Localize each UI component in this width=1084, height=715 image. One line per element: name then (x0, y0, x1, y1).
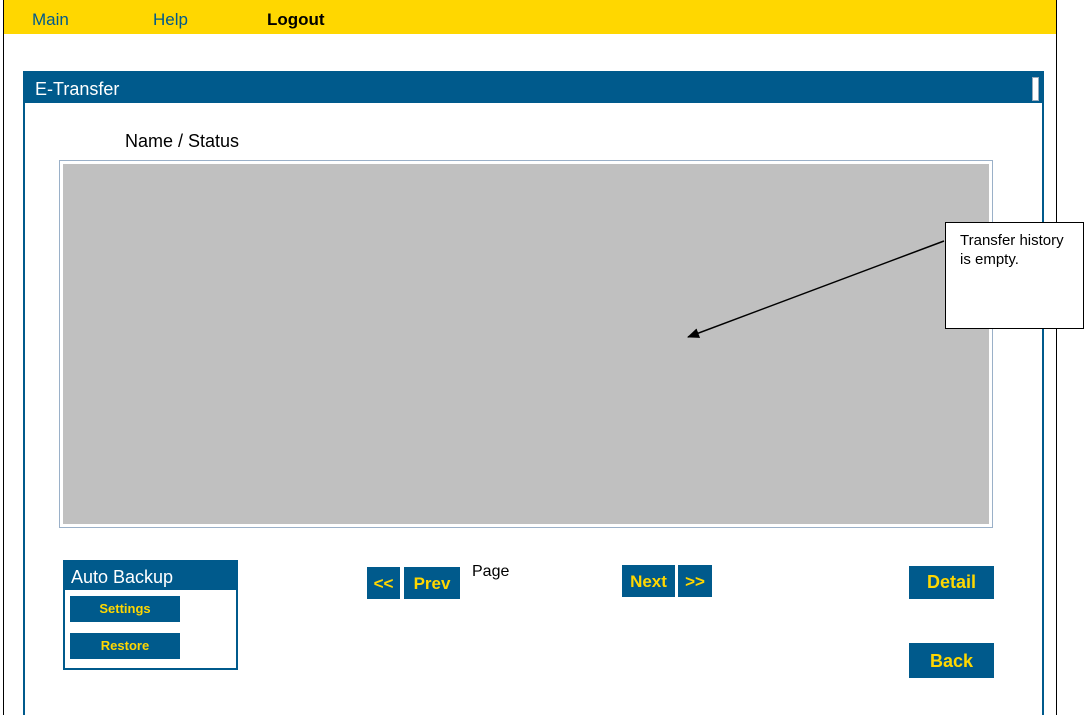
top-nav-bar: Main Help Logout (4, 0, 1056, 34)
settings-button[interactable]: Settings (70, 596, 180, 622)
title-scroll-handle[interactable] (1032, 77, 1039, 101)
panel-title-bar: E-Transfer (25, 73, 1042, 103)
prev-page-button[interactable]: Prev (404, 567, 460, 599)
auto-backup-title: Auto Backup (65, 562, 236, 590)
annotation-callout: Transfer history is empty. (945, 222, 1084, 329)
page-label: Page (472, 563, 510, 580)
auto-backup-box: Auto Backup Settings Restore (63, 560, 238, 670)
restore-button[interactable]: Restore (70, 633, 180, 659)
page-frame-right (1056, 0, 1057, 715)
detail-button[interactable]: Detail (909, 566, 994, 599)
nav-help-link[interactable]: Help (153, 10, 188, 30)
next-page-button[interactable]: Next (622, 565, 675, 597)
first-page-button[interactable]: << (367, 567, 400, 599)
column-header-name-status: Name / Status (125, 131, 240, 151)
last-page-button[interactable]: >> (678, 565, 712, 597)
page-frame-left (3, 0, 4, 715)
nav-logout-link[interactable]: Logout (267, 10, 325, 30)
transfer-list-empty-area (63, 164, 989, 524)
back-button[interactable]: Back (909, 643, 994, 678)
panel-title: E-Transfer (35, 79, 120, 99)
nav-main-link[interactable]: Main (32, 10, 69, 30)
transfer-list[interactable] (59, 160, 993, 528)
e-transfer-panel: E-Transfer Name / Status Auto Backup Set… (23, 71, 1044, 715)
